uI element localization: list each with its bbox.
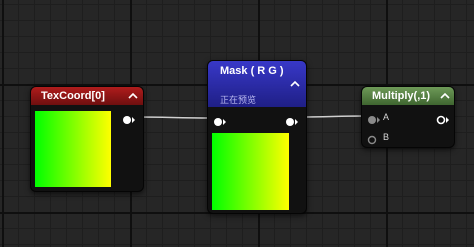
multiply-node-header[interactable]: Multiply(,1) (362, 87, 454, 105)
multiply-input-a-label: A (383, 112, 390, 122)
multiply-input-a-pin[interactable] (367, 112, 381, 124)
chevron-up-icon[interactable] (440, 91, 450, 101)
texcoord-node[interactable]: TexCoord[0] (30, 86, 144, 192)
mask-output-pin[interactable] (285, 114, 299, 126)
mask-preview (212, 133, 289, 210)
texcoord-output-pin[interactable] (122, 112, 136, 124)
texcoord-node-title: TexCoord[0] (41, 90, 105, 102)
mask-node-subtitle: 正在预览 (220, 95, 257, 105)
multiply-node-title: Multiply(,1) (372, 90, 431, 102)
texcoord-preview (35, 111, 111, 187)
multiply-output-pin[interactable] (436, 112, 450, 125)
wire-texcoord-to-mask (133, 116, 212, 119)
texcoord-node-header[interactable]: TexCoord[0] (31, 87, 143, 105)
multiply-input-b-label: B (383, 132, 390, 142)
mask-node-title: Mask ( R G ) (220, 65, 284, 77)
mask-node[interactable]: Mask ( R G ) 正在预览 (207, 60, 307, 214)
mask-input-pin[interactable] (213, 114, 227, 126)
chevron-up-icon[interactable] (290, 79, 300, 89)
multiply-input-b-pin[interactable] (367, 132, 381, 145)
wire-mask-to-multiply (297, 115, 368, 118)
multiply-node[interactable]: Multiply(,1) A B (361, 86, 455, 148)
mask-node-header[interactable]: Mask ( R G ) 正在预览 (208, 61, 306, 107)
chevron-up-icon[interactable] (128, 91, 138, 101)
